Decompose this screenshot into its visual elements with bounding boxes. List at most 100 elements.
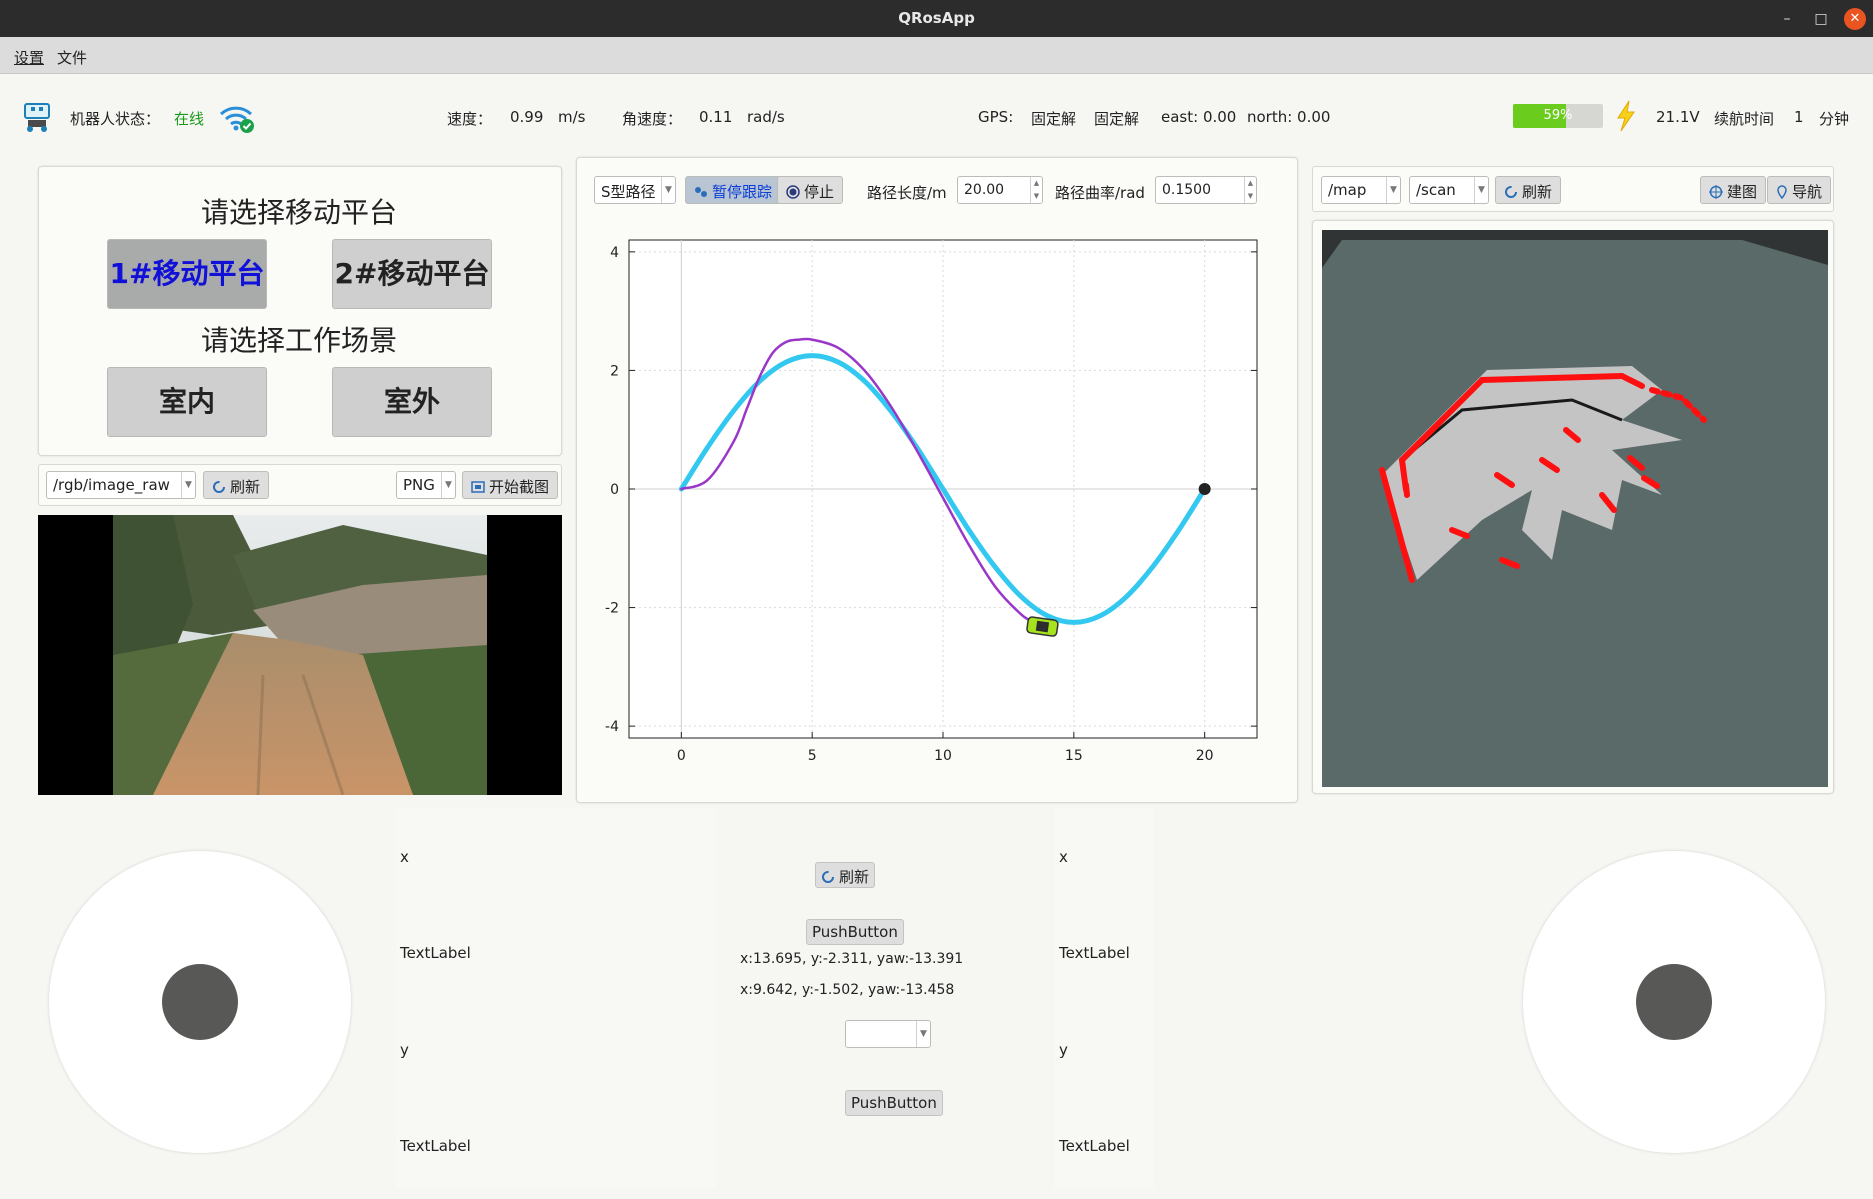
push-button-2[interactable]: PushButton: [845, 1090, 943, 1116]
controls-refresh-button[interactable]: 刷新: [815, 862, 876, 888]
right-readout-area: [1054, 808, 1154, 1188]
left-textlabel-2: TextLabel: [400, 1137, 471, 1155]
map-refresh-button[interactable]: 刷新: [1495, 176, 1562, 204]
path-type-select[interactable]: S型路径 ▼: [594, 176, 676, 204]
y-tick-label: 4: [610, 245, 619, 261]
path-type-value: S型路径: [601, 183, 656, 201]
path-chart: 0 5 10 15 20420-2-4: [605, 239, 1258, 764]
chevron-down-icon: ▼: [661, 177, 675, 203]
x-tick-label: 0: [677, 748, 686, 764]
angular-speed-label: 角速度：: [622, 110, 683, 128]
chevron-down-icon: ▼: [181, 472, 195, 498]
endurance-value: 1: [1794, 108, 1804, 126]
y-tick-label: -4: [605, 719, 619, 735]
left-readout-area: [396, 808, 716, 1188]
crosshair-icon: [1709, 185, 1723, 199]
gps-north: north: 0.00: [1247, 108, 1331, 126]
minimize-button[interactable]: –: [1776, 8, 1798, 30]
left-x-label: x: [400, 848, 409, 866]
maximize-button[interactable]: □: [1810, 8, 1832, 30]
camera-topic-select[interactable]: /rgb/image_raw ▼: [46, 471, 196, 499]
camera-refresh-button[interactable]: 刷新: [203, 471, 270, 499]
path-curvature-spinbox[interactable]: 0.1500 ▲ ▼: [1155, 176, 1257, 204]
navigate-label: 导航: [1792, 183, 1823, 201]
camera-topic-value: /rgb/image_raw: [53, 476, 170, 494]
stepper-icon: ▲ ▼: [1030, 177, 1042, 203]
screenshot-button[interactable]: 开始截图: [462, 471, 559, 499]
left-joystick[interactable]: [49, 851, 351, 1153]
push-button-1[interactable]: PushButton: [806, 919, 904, 945]
map-view: [1322, 230, 1828, 787]
tracking-icon: [695, 187, 707, 197]
empty-combo-select[interactable]: ▼: [845, 1020, 931, 1048]
angular-speed-unit: rad/s: [747, 108, 785, 126]
speed-value: 0.99: [510, 108, 544, 126]
platform-heading: 请选择移动平台: [200, 196, 397, 229]
menu-settings[interactable]: 设置: [14, 47, 44, 68]
build-map-button[interactable]: 建图: [1700, 176, 1767, 204]
left-textlabel-1: TextLabel: [400, 944, 471, 962]
endurance-unit: 分钟: [1819, 110, 1850, 128]
speed-label: 速度：: [447, 110, 493, 128]
platform-2-button[interactable]: 2#移动平台: [332, 239, 492, 309]
y-tick-label: 2: [610, 363, 619, 379]
navigate-button[interactable]: 导航: [1767, 176, 1832, 204]
menu-bar: 设置 文件: [0, 37, 1873, 74]
left-joystick-knob[interactable]: [162, 964, 238, 1040]
battery-bar: 59%: [1513, 104, 1603, 128]
left-y-label: y: [400, 1041, 409, 1059]
right-x-label: x: [1059, 848, 1068, 866]
path-curvature-label: 路径曲率/rad: [1055, 184, 1145, 202]
right-textlabel-1: TextLabel: [1059, 944, 1130, 962]
stop-icon: [786, 185, 800, 199]
camera-view: [38, 515, 562, 795]
map-toolbar: /map ▼ /scan ▼ 刷新 建图 导航: [1312, 166, 1834, 212]
x-tick-label: 5: [808, 748, 817, 764]
gps-fix-1: 固定解: [1031, 110, 1077, 128]
map-topic-value: /map: [1328, 181, 1367, 199]
path-length-value: 20.00: [964, 182, 1005, 198]
battery-percent: 59%: [1543, 108, 1573, 123]
refresh-icon: [822, 871, 834, 883]
image-format-select[interactable]: PNG ▼: [396, 471, 456, 499]
map-panel: [1312, 220, 1834, 794]
path-length-label: 路径长度/m: [867, 184, 947, 202]
outdoor-button[interactable]: 室外: [332, 367, 492, 437]
speed-unit: m/s: [558, 108, 586, 126]
chevron-down-icon: ▼: [916, 1021, 930, 1047]
robot-icon: [24, 103, 50, 132]
pause-tracking-label: 暂停跟踪: [712, 183, 773, 201]
chevron-down-icon: ▼: [441, 472, 455, 498]
right-joystick[interactable]: [1523, 851, 1825, 1153]
x-tick-label: 10: [934, 748, 952, 764]
robot-state-label: 机器人状态：: [70, 110, 161, 128]
screenshot-icon: [471, 481, 485, 493]
right-joystick-knob[interactable]: [1636, 964, 1712, 1040]
path-length-spinbox[interactable]: 20.00 ▲ ▼: [957, 176, 1043, 204]
stop-button[interactable]: 停止: [777, 176, 844, 204]
refresh-icon: [213, 481, 225, 493]
camera-image: [113, 515, 487, 795]
menu-file[interactable]: 文件: [57, 47, 87, 68]
image-format-value: PNG: [403, 476, 435, 494]
robot-marker-top: [1035, 620, 1050, 633]
right-y-label: y: [1059, 1041, 1068, 1059]
window-title: QRosApp: [898, 9, 975, 27]
lightning-icon: [1617, 100, 1635, 132]
platform-1-button[interactable]: 1#移动平台: [107, 239, 267, 309]
robot-state-value: 在线: [174, 110, 205, 128]
map-refresh-label: 刷新: [1522, 183, 1553, 201]
y-tick-label: 0: [610, 482, 619, 498]
close-button[interactable]: ✕: [1844, 8, 1866, 30]
location-pin-icon: [1777, 185, 1787, 199]
scan-topic-select[interactable]: /scan ▼: [1409, 176, 1489, 204]
scene-heading: 请选择工作场景: [200, 324, 397, 357]
map-topic-select[interactable]: /map ▼: [1321, 176, 1401, 204]
indoor-button[interactable]: 室内: [107, 367, 267, 437]
pose-readout-2: x:9.642, y:-1.502, yaw:-13.458: [740, 982, 955, 998]
goal-point: [1198, 483, 1211, 495]
screenshot-label: 开始截图: [489, 478, 550, 496]
build-map-label: 建图: [1727, 183, 1758, 201]
camera-refresh-label: 刷新: [230, 478, 261, 496]
pause-tracking-button[interactable]: 暂停跟踪: [685, 176, 782, 204]
